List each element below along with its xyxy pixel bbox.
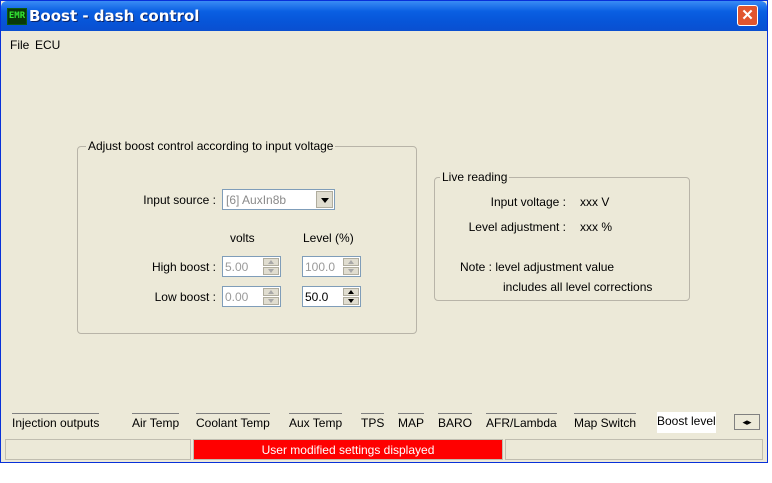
- low-boost-level-stepper[interactable]: 50.0: [302, 286, 361, 307]
- high-boost-level-value: 100.0: [305, 260, 336, 274]
- low-boost-volts-value: 0.00: [225, 290, 249, 304]
- tab-strip: Injection outputs Air Temp Coolant Temp …: [6, 412, 762, 433]
- level-column-header: Level (%): [303, 231, 354, 245]
- input-source-label: Input source :: [143, 193, 216, 207]
- note-line-1: Note : level adjustment value: [460, 260, 615, 274]
- spin-down-icon[interactable]: [343, 267, 359, 275]
- tab-scroll-arrows-icon[interactable]: ◂▸: [734, 414, 760, 430]
- tab-afr-lambda[interactable]: AFR/Lambda: [486, 413, 557, 433]
- input-voltage-label: Input voltage :: [490, 195, 566, 209]
- tab-map-switch[interactable]: Map Switch: [574, 413, 637, 433]
- status-message: User modified settings displayed: [193, 439, 503, 460]
- tab-boost-level[interactable]: Boost level: [657, 412, 716, 433]
- tab-baro[interactable]: BARO: [438, 413, 473, 433]
- menu-file[interactable]: File: [10, 38, 29, 52]
- tab-coolant-temp[interactable]: Coolant Temp: [196, 413, 270, 433]
- title-bar[interactable]: EMR Boost - dash control ✕: [1, 1, 767, 31]
- level-adjustment-label: Level adjustment :: [468, 220, 566, 234]
- spin-up-icon[interactable]: [263, 258, 279, 266]
- tab-aux-temp[interactable]: Aux Temp: [289, 413, 343, 433]
- boost-group-legend: Adjust boost control according to input …: [86, 139, 336, 153]
- live-reading-group: Live reading Input voltage : xxx V Level…: [434, 170, 690, 301]
- spin-down-icon[interactable]: [263, 267, 279, 275]
- close-button[interactable]: ✕: [737, 5, 758, 26]
- spin-down-icon[interactable]: [343, 297, 359, 305]
- low-boost-label: Low boost :: [154, 290, 216, 304]
- tab-tps[interactable]: TPS: [361, 413, 385, 433]
- status-panel-right: [505, 439, 763, 460]
- spin-down-icon[interactable]: [263, 297, 279, 305]
- spin-up-icon[interactable]: [343, 288, 359, 296]
- window-title: Boost - dash control: [29, 7, 200, 25]
- volts-column-header: volts: [230, 231, 255, 245]
- tab-map[interactable]: MAP: [398, 413, 425, 433]
- spin-up-icon[interactable]: [263, 288, 279, 296]
- boost-control-group: Adjust boost control according to input …: [77, 139, 417, 334]
- status-bar: User modified settings displayed: [5, 439, 765, 461]
- input-source-select[interactable]: [6] AuxIn8b: [222, 189, 335, 210]
- high-boost-level-stepper[interactable]: 100.0: [302, 256, 361, 277]
- low-boost-volts-stepper[interactable]: 0.00: [222, 286, 281, 307]
- high-boost-label: High boost :: [151, 260, 216, 274]
- status-panel-left: [5, 439, 191, 460]
- input-source-value: [6] AuxIn8b: [226, 193, 287, 207]
- high-boost-volts-value: 5.00: [225, 260, 249, 274]
- note-line-2: includes all level corrections: [503, 280, 653, 294]
- emr-app-icon: EMR: [7, 8, 27, 25]
- input-voltage-value: xxx V: [580, 195, 610, 209]
- low-boost-level-value[interactable]: 50.0: [305, 290, 328, 304]
- tab-air-temp[interactable]: Air Temp: [132, 413, 180, 433]
- high-boost-volts-stepper[interactable]: 5.00: [222, 256, 281, 277]
- app-window: EMR Boost - dash control ✕ File ECU Adju…: [0, 0, 768, 463]
- tab-injection-outputs[interactable]: Injection outputs: [12, 413, 100, 433]
- live-reading-legend: Live reading: [440, 170, 510, 184]
- level-adjustment-value: xxx %: [580, 220, 613, 234]
- spin-up-icon[interactable]: [343, 258, 359, 266]
- chevron-down-icon[interactable]: [316, 191, 333, 208]
- menu-ecu[interactable]: ECU: [35, 38, 60, 52]
